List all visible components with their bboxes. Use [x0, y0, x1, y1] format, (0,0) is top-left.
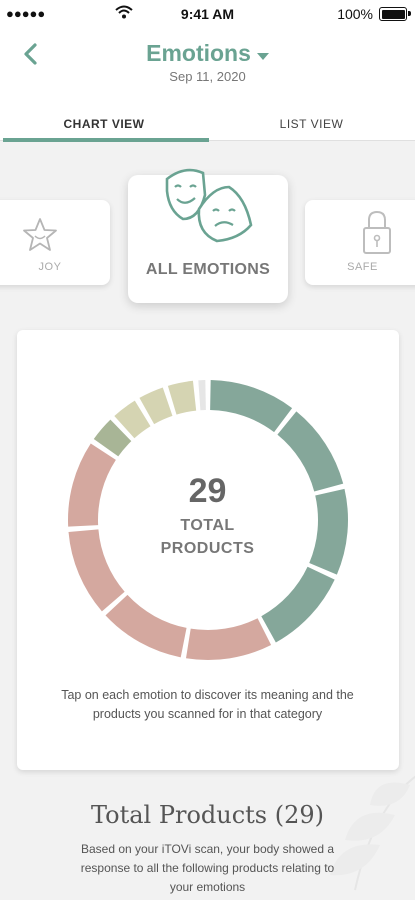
tab-list-view[interactable]: LIST VIEW: [208, 108, 415, 142]
category-label-safe: SAFE: [347, 261, 378, 273]
category-card-all-emotions[interactable]: ALL EMOTIONS: [128, 168, 288, 303]
battery-percent: 100%: [337, 6, 373, 22]
padlock-icon: [363, 210, 391, 254]
date-label: Sep 11, 2020: [169, 69, 246, 84]
battery-tip: [408, 11, 411, 16]
chart-hint: Tap on each emotion to discover its mean…: [61, 688, 354, 721]
total-products-description: Based on your iTOVi scan, your body show…: [80, 842, 335, 894]
battery-icon: [379, 7, 407, 21]
category-card-joy[interactable]: JOY: [0, 200, 110, 285]
category-label-joy: JOY: [38, 261, 62, 273]
title-dropdown[interactable]: Emotions: [0, 40, 415, 67]
chevron-down-icon: [256, 53, 269, 61]
total-label-line2: PRODUCTS: [160, 540, 255, 557]
star-icon: [23, 218, 57, 251]
page-title: Emotions: [146, 40, 251, 66]
total-label-line1: TOTAL: [180, 517, 235, 534]
total-products-heading: Total Products (29): [90, 801, 325, 829]
category-card-safe[interactable]: SAFE: [305, 200, 415, 285]
category-label-all-emotions: ALL EMOTIONS: [145, 261, 271, 278]
active-tab-indicator: [3, 138, 209, 142]
status-bar: ●●●●● 9:41 AM 100%: [0, 0, 415, 30]
theater-masks-icon: [165, 168, 253, 243]
total-count: 29: [188, 472, 227, 510]
tab-chart-view[interactable]: CHART VIEW: [0, 108, 208, 142]
view-tabs: CHART VIEW LIST VIEW: [0, 108, 415, 142]
header: Emotions Sep 11, 2020: [0, 30, 415, 100]
